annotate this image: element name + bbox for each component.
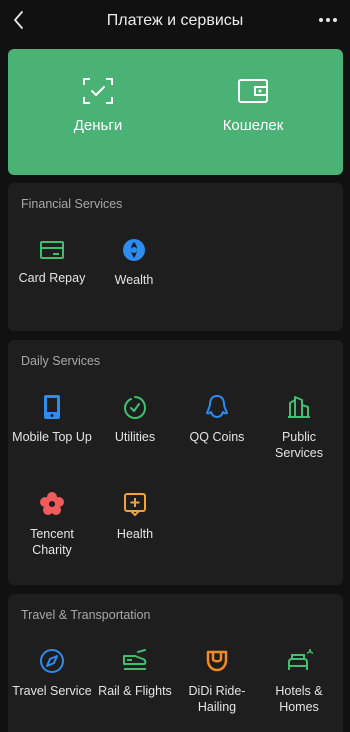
city-icon xyxy=(288,396,310,418)
daily-services-card: Daily Services Mobile Top Up Utilities Q… xyxy=(8,340,343,585)
more-options-icon[interactable] xyxy=(316,8,340,32)
tile-label: QQ Coins xyxy=(189,430,245,444)
daily-services-title: Daily Services xyxy=(21,354,101,368)
tile-rail-flights[interactable]: Rail & Flights xyxy=(93,648,177,699)
tile-label: Travel Service xyxy=(12,684,92,698)
charity-icon xyxy=(40,492,64,515)
financial-services-title: Financial Services xyxy=(21,197,123,211)
wealth-icon xyxy=(123,239,145,261)
didi-icon xyxy=(206,650,228,672)
travel-card: Travel & Transportation Travel Service R… xyxy=(8,594,343,732)
wallet-icon xyxy=(238,79,268,103)
tile-label: Mobile Top Up xyxy=(12,430,92,444)
tile-card-repay[interactable]: Card Repay xyxy=(10,239,94,286)
travel-title: Travel & Transportation xyxy=(21,608,151,622)
train-icon xyxy=(123,649,147,670)
tile-qq-coins[interactable]: QQ Coins xyxy=(175,394,259,445)
bed-icon xyxy=(288,648,313,670)
tile-label: Utilities xyxy=(114,430,156,444)
page-title: Платеж и сервисы xyxy=(106,12,244,29)
utilities-icon xyxy=(123,396,147,420)
tile-tencent-charity[interactable]: Tencent Charity xyxy=(10,491,94,558)
money-label: Деньги xyxy=(73,117,123,134)
top-bar: Платеж и сервисы xyxy=(0,0,350,44)
tile-label: DiDi Ride-Hailing xyxy=(188,684,246,714)
tile-label: Hotels & Homes xyxy=(275,684,323,714)
wallet-button[interactable]: Кошелек xyxy=(183,77,323,134)
money-button[interactable]: Деньги xyxy=(28,77,168,134)
tile-travel-service[interactable]: Travel Service xyxy=(10,648,94,699)
tile-label: Health xyxy=(116,527,154,541)
compass-icon xyxy=(40,649,64,673)
tile-utilities[interactable]: Utilities xyxy=(93,394,177,445)
tile-label: Public Services xyxy=(275,430,323,460)
qq-icon xyxy=(206,395,228,418)
phone-icon xyxy=(44,395,60,419)
scan-money-icon xyxy=(83,78,113,104)
card-icon xyxy=(40,241,64,259)
tile-label: Rail & Flights xyxy=(98,684,172,698)
tile-health[interactable]: Health xyxy=(93,491,177,542)
tile-mobile-top-up[interactable]: Mobile Top Up xyxy=(10,394,94,445)
tile-label: Wealth xyxy=(114,273,154,287)
tile-label: Tencent Charity xyxy=(30,527,74,557)
tile-wealth[interactable]: Wealth xyxy=(92,237,176,288)
tile-label: Card Repay xyxy=(18,271,86,285)
financial-services-card: Financial Services Card Repay Wealth xyxy=(8,183,343,331)
wallet-label: Кошелек xyxy=(222,117,284,134)
tile-public-services[interactable]: Public Services xyxy=(257,394,341,461)
tile-hotels-homes[interactable]: Hotels & Homes xyxy=(257,648,341,715)
tile-didi[interactable]: DiDi Ride-Hailing xyxy=(175,648,259,715)
health-icon xyxy=(124,493,146,517)
hero-panel: Деньги Кошелек xyxy=(8,49,343,175)
